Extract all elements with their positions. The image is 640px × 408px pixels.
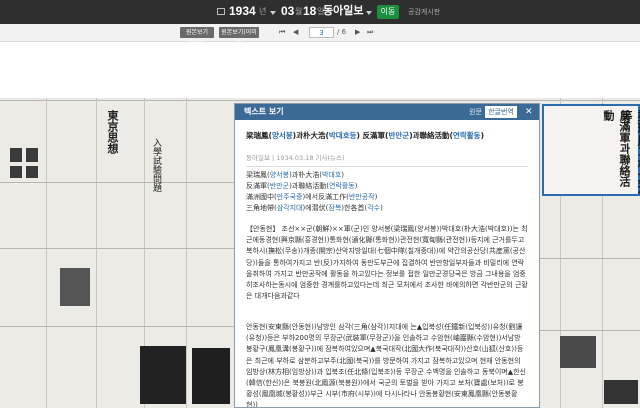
scan-photo <box>60 268 90 306</box>
prev-page-icon[interactable]: ◀ <box>293 28 298 37</box>
scan-headline: 東京思想 <box>106 110 119 154</box>
column-rule <box>96 98 97 408</box>
chevron-down-icon[interactable] <box>366 11 372 15</box>
year-value[interactable]: 1934 <box>229 4 256 18</box>
month-value[interactable]: 03 <box>281 4 294 18</box>
month-unit: 월 <box>295 7 303 16</box>
portrait-photo <box>10 148 22 162</box>
text-run: 梁瑞鳳( <box>246 131 272 140</box>
advert-image <box>560 336 596 368</box>
text-run: )과聯絡活動( <box>409 131 453 140</box>
calendar-icon[interactable] <box>217 8 225 15</box>
text-run: ) <box>380 204 383 212</box>
section-rule <box>540 330 640 331</box>
text-run: 만주국중 <box>276 193 303 201</box>
text-run: )에潜伏( <box>302 204 329 212</box>
article-headline: 梁瑞鳳(양서봉)과朴大浩(박대호등) 反滿軍(반만군)과聯絡活動(연락활동) <box>246 130 526 141</box>
portrait-photo <box>26 148 38 162</box>
article-subhead: 梁瑞鳳(양서봉)과朴大浩(박대호) <box>246 170 344 181</box>
article-subhead: 反滿軍(반만군)과聯絡活動(연락활동) <box>246 181 357 192</box>
text-run: 연락활동 <box>328 182 355 190</box>
tab-original[interactable]: 원문 <box>469 107 482 117</box>
text-run: 각수 <box>367 204 381 212</box>
text-run: )한各首( <box>341 204 368 212</box>
text-run: 연락활동 <box>452 131 481 140</box>
day-value[interactable]: 18 <box>303 4 316 18</box>
panel-header: 텍스트 보기 원문 한글번역 ✕ <box>235 104 539 120</box>
advert-block <box>192 348 230 404</box>
view-image-button[interactable]: 원본보기(이미지) <box>219 27 259 47</box>
text-run: 梁瑞鳳( <box>246 171 270 179</box>
text-run: ) <box>354 182 358 190</box>
text-run: 박대호등 <box>328 131 357 140</box>
scan-subhead: 入學試驗問題 <box>151 138 161 192</box>
text-run: ) 反滿軍( <box>356 131 389 140</box>
portrait-photo <box>26 166 38 178</box>
text-run: 양서봉 <box>271 131 293 140</box>
section-rule <box>0 248 234 249</box>
top-navigation-bar: 1934 년 03 월 18 일 동아일보 이동 공감게시판 <box>0 0 640 24</box>
article-subhead: 三角地帶(삼각지대)에潜伏(잠복)한各首(각수) <box>246 203 383 214</box>
text-view-panel: 텍스트 보기 원문 한글번역 ✕ 梁瑞鳳(양서봉)과朴大浩(박대호등) 反滿軍(… <box>234 103 540 408</box>
text-run: 반만공작 <box>348 193 375 201</box>
article-meta: 동아일보 | 1934.03.18 기사(뉴스) <box>246 154 345 162</box>
text-run: 三角地帶( <box>246 204 277 212</box>
text-run: 滿洲國中( <box>246 193 277 201</box>
section-rule <box>0 326 234 327</box>
text-run: 박대호 <box>321 171 342 179</box>
view-pdf-button[interactable]: 원본보기(PDF) <box>180 27 214 47</box>
viewer-toolbar: 원본보기(PDF) 원본보기(이미지) ⏮ ◀ 3 / 6 ▶ ⏭ <box>0 24 640 47</box>
section-rule <box>540 258 640 259</box>
page-number-input[interactable]: 3 <box>309 27 334 38</box>
first-page-icon[interactable]: ⏮ <box>279 28 285 37</box>
column-rule <box>186 98 187 408</box>
advert-illustration <box>140 346 186 404</box>
article-paragraph: 안동현(安東縣(안동현))남방인 삼각(三角(삼각))지대에 는▲입북성(任鐵新… <box>246 323 526 408</box>
close-icon[interactable]: ✕ <box>525 106 533 118</box>
notice-board-link[interactable]: 공감게시판 <box>408 7 440 17</box>
text-run: 반만군 <box>269 182 290 190</box>
last-page-icon[interactable]: ⏭ <box>367 28 373 37</box>
text-run: ) <box>480 131 484 140</box>
text-run: 양서봉 <box>269 171 290 179</box>
section-rule <box>0 182 234 183</box>
column-rule <box>46 98 47 408</box>
chevron-down-icon[interactable] <box>270 11 276 15</box>
highlight-subhead: 反滿軍과聯絡活動 <box>602 110 631 187</box>
publication-select[interactable]: 동아일보 <box>323 4 363 18</box>
text-run: )과聯絡活動( <box>289 182 329 190</box>
divider <box>246 166 528 167</box>
year-unit: 년 <box>259 7 267 16</box>
text-run: )과朴大浩( <box>292 131 329 140</box>
advert-image <box>604 380 638 404</box>
text-run: 반만군 <box>388 131 410 140</box>
text-run: 삼각지대 <box>276 204 303 212</box>
text-run: 잠복 <box>328 204 342 212</box>
total-pages: / 6 <box>337 28 347 36</box>
portrait-photo <box>10 166 22 178</box>
move-button[interactable]: 이동 <box>377 5 399 19</box>
article-paragraph: 【안동현】 조선××군(朝鮮)××軍(군)인 양서봉(梁瑞鳳(양서봉))박대호(… <box>246 225 528 301</box>
text-run: ) <box>374 193 378 201</box>
article-subhead: 滿洲國中(만주국중)에서反滿工作(반만공작) <box>246 192 377 203</box>
text-run: )과朴大浩( <box>289 171 322 179</box>
next-page-icon[interactable]: ▶ <box>355 28 360 37</box>
tab-korean[interactable]: 한글번역 <box>485 106 517 118</box>
panel-title: 텍스트 보기 <box>244 107 284 116</box>
selected-article-highlight[interactable]: 梁瑞鳳과朴大浩等 反滿軍과聯絡活動 <box>542 104 640 196</box>
text-run: )에서反滿工作( <box>302 193 349 201</box>
text-run: ) <box>341 171 345 179</box>
text-run: 反滿軍( <box>246 182 270 190</box>
viewer-gap <box>0 42 640 98</box>
